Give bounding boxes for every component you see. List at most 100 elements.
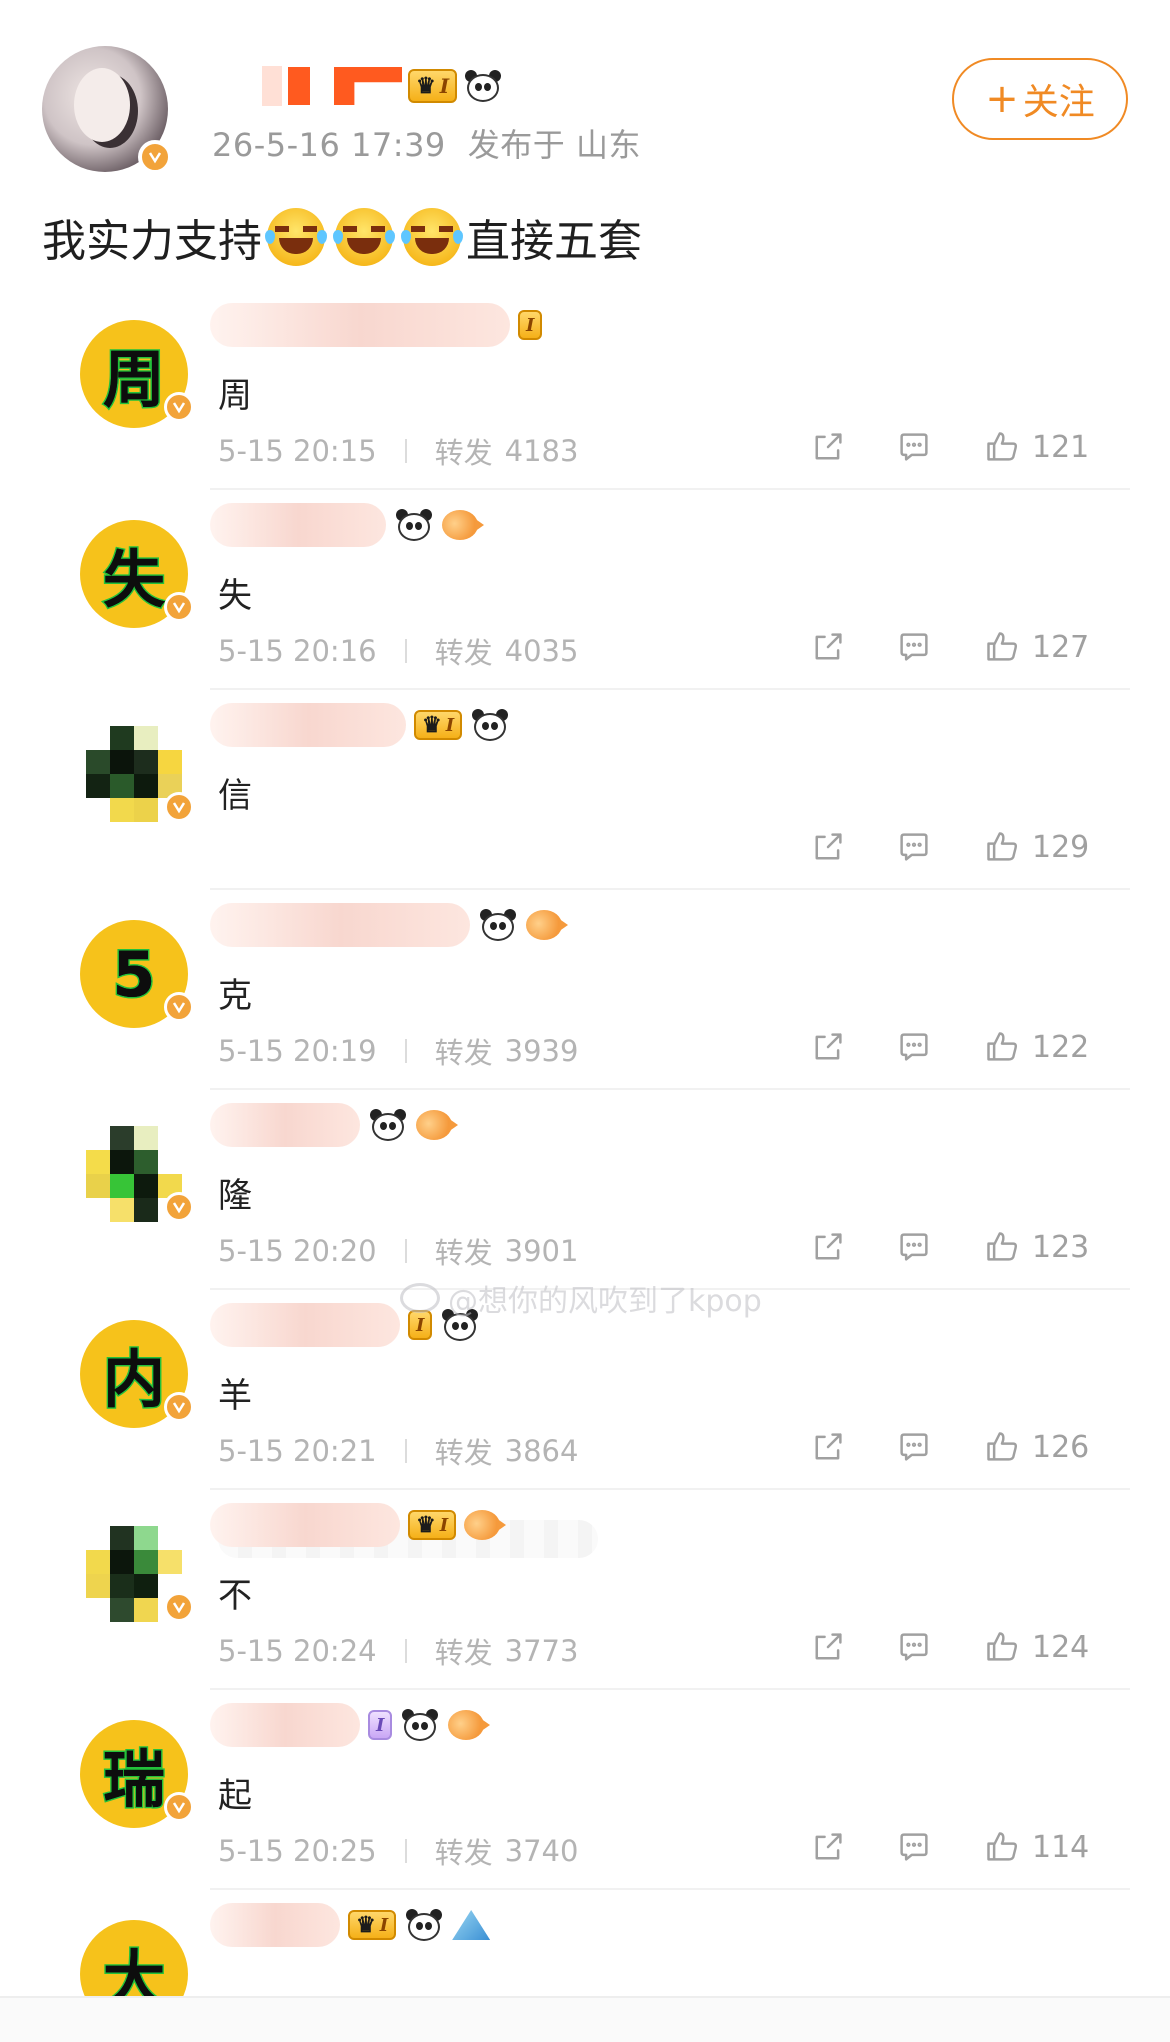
like-button[interactable]: 123 xyxy=(984,1229,1089,1265)
comment-icon[interactable] xyxy=(896,1429,932,1465)
repost-item[interactable]: 大 ♛ I xyxy=(0,1890,1170,1996)
share-icon[interactable] xyxy=(810,1829,846,1865)
repost-user-name-redacted[interactable] xyxy=(210,502,484,548)
watermark: @想你的风吹到了kpop xyxy=(400,1276,762,1320)
forward-label: 转发 xyxy=(434,436,493,470)
like-button[interactable]: 114 xyxy=(984,1829,1089,1865)
comment-icon[interactable] xyxy=(896,629,932,665)
like-button[interactable]: 122 xyxy=(984,1029,1089,1065)
repost-item[interactable]: 5 克 5-15 20:19 转发 3939 122 xyxy=(0,890,1170,1090)
fish-icon xyxy=(464,1510,507,1540)
repost-item[interactable]: 内 I 羊 5-15 20:21 转发 3864 126 xyxy=(0,1290,1170,1490)
repost-user-name-redacted[interactable]: ♛ I xyxy=(210,1502,507,1548)
verified-badge-icon xyxy=(164,392,194,422)
repost-avatar[interactable]: 5 xyxy=(80,920,194,1028)
repost-avatar-pixelated[interactable] xyxy=(80,1520,194,1628)
redacted-block xyxy=(210,703,406,747)
share-icon[interactable] xyxy=(810,429,846,465)
comment-icon[interactable] xyxy=(896,1029,932,1065)
avatar-char: 瑞 xyxy=(101,1742,166,1818)
fish-icon xyxy=(442,510,484,540)
share-icon[interactable] xyxy=(810,829,846,865)
repost-avatar[interactable]: 失 xyxy=(80,520,194,628)
repost-item[interactable]: ♛ I 信 129 xyxy=(0,690,1170,1558)
panda-icon xyxy=(368,1107,408,1143)
repost-meta: 5-15 20:16 转发 4035 xyxy=(218,630,578,672)
redacted-block xyxy=(210,1303,400,1347)
like-button[interactable]: 129 xyxy=(984,829,1089,865)
thumbs-up-icon xyxy=(987,832,1018,861)
like-count: 114 xyxy=(1032,1829,1090,1865)
repost-actions: 124 xyxy=(810,1622,1089,1672)
like-count: 121 xyxy=(1032,429,1090,465)
repost-user-name-redacted[interactable]: ♛ I xyxy=(210,702,510,748)
share-icon[interactable] xyxy=(810,1229,846,1265)
repost-user-name-redacted[interactable]: ♛ I xyxy=(210,1902,491,1948)
like-button[interactable]: 127 xyxy=(984,629,1089,665)
thumbs-up-icon xyxy=(987,1232,1018,1261)
poster-avatar[interactable] xyxy=(42,46,172,174)
repost-user-name-redacted[interactable] xyxy=(210,902,568,948)
repost-avatar[interactable]: 大 xyxy=(80,1920,188,1996)
comment-icon[interactable] xyxy=(896,1629,932,1665)
redacted-block xyxy=(210,1103,360,1147)
repost-item[interactable]: 周 I 周 5-15 20:15 转发 4183 121 xyxy=(0,290,1170,490)
share-icon[interactable] xyxy=(810,1029,846,1065)
repost-time: 5-15 20:21 xyxy=(218,1434,377,1468)
thumbs-up-icon xyxy=(987,1032,1018,1061)
comment-icon[interactable] xyxy=(896,1229,932,1265)
redacted-block xyxy=(262,66,282,106)
panda-icon xyxy=(394,507,434,543)
comment-icon[interactable] xyxy=(896,829,932,865)
avatar-char: 大 xyxy=(101,1942,166,1997)
repost-time: 5-15 20:20 xyxy=(218,1234,377,1268)
crown-icon: ♛ xyxy=(422,712,442,738)
thumbs-up-icon xyxy=(987,1632,1018,1661)
vip-level-badge: ♛ I xyxy=(408,1510,457,1540)
laugh-cry-emoji-icon xyxy=(401,208,463,266)
verified-badge-icon xyxy=(164,1792,194,1822)
forward-count: 3901 xyxy=(504,1234,579,1268)
repost-user-name-redacted[interactable]: I xyxy=(210,1702,491,1748)
comment-icon[interactable] xyxy=(896,1829,932,1865)
repost-time: 5-15 20:15 xyxy=(218,434,377,468)
repost-actions: 122 xyxy=(810,1022,1089,1072)
share-icon[interactable] xyxy=(810,1629,846,1665)
redacted-block xyxy=(316,67,328,105)
repost-item[interactable]: 瑞 I 起 5-15 20:25 转发 3740 114 xyxy=(0,1690,1170,1890)
repost-avatar[interactable]: 瑞 xyxy=(80,1720,194,1828)
repost-avatar[interactable]: 周 xyxy=(80,320,194,428)
repost-avatar[interactable]: 内 xyxy=(80,1320,194,1428)
repost-avatar-pixelated[interactable] xyxy=(80,1120,194,1228)
repost-item[interactable]: 隆 5-15 20:20 转发 3901 123 xyxy=(0,1090,1170,1290)
repost-text: 隆 xyxy=(218,1176,252,1216)
post-text-after: 直接五套 xyxy=(466,216,642,267)
panda-icon xyxy=(400,1707,440,1743)
forward-label: 转发 xyxy=(434,1836,493,1870)
fish-icon xyxy=(416,1110,458,1140)
share-icon[interactable] xyxy=(810,1429,846,1465)
poster-name-redacted[interactable]: ♛ I xyxy=(262,64,503,108)
like-count: 123 xyxy=(1032,1229,1090,1265)
forward-count: 3773 xyxy=(504,1634,579,1668)
repost-user-name-redacted[interactable] xyxy=(210,1102,458,1148)
like-count: 129 xyxy=(1032,829,1090,865)
follow-button[interactable]: + 关注 xyxy=(952,58,1128,140)
crown-icon: ♛ xyxy=(356,1912,376,1938)
repost-avatar-pixelated[interactable] xyxy=(80,720,194,828)
crown-icon: ♛ xyxy=(416,73,436,99)
post-meta: 26-5-16 17:39 发布于 山东 xyxy=(212,120,641,166)
forward-count: 4183 xyxy=(504,434,579,468)
repost-item[interactable]: 失 失 5-15 20:16 转发 4035 127 xyxy=(0,490,1170,690)
comment-icon[interactable] xyxy=(896,429,932,465)
repost-user-name-redacted[interactable]: I xyxy=(210,302,543,348)
share-icon[interactable] xyxy=(810,629,846,665)
forward-count: 3939 xyxy=(504,1034,579,1068)
like-button[interactable]: 126 xyxy=(984,1429,1089,1465)
like-button[interactable]: 124 xyxy=(984,1629,1089,1665)
repost-item[interactable]: ♛ I 不 5-15 20:24 转发 3773 124 xyxy=(0,1490,1170,1690)
like-button[interactable]: 121 xyxy=(984,429,1089,465)
verified-badge-icon xyxy=(164,1592,194,1622)
vip-level-badge: ♛ I xyxy=(414,710,463,740)
repost-time: 5-15 20:25 xyxy=(218,1834,377,1868)
